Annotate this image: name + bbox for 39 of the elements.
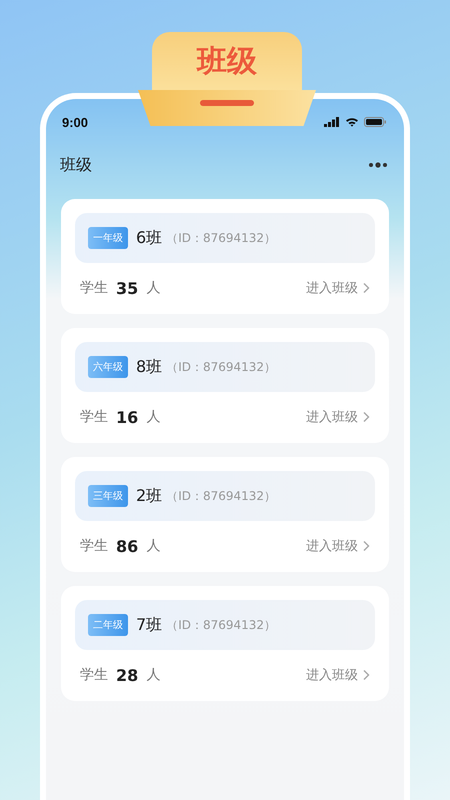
grade-tag: 二年级 <box>88 614 128 636</box>
enter-class-link[interactable]: 进入班级 <box>306 666 370 684</box>
signal-icon <box>324 117 340 127</box>
grade-tag: 一年级 <box>88 227 128 249</box>
chevron-right-icon <box>362 669 370 681</box>
grade-tag: 三年级 <box>88 485 128 507</box>
students-label: 学生 <box>80 279 108 297</box>
student-count: 86 <box>116 536 138 556</box>
banner-title: 班级 <box>197 42 257 80</box>
class-name: 8班 <box>136 356 162 378</box>
status-time: 9:00 <box>62 114 88 130</box>
chevron-right-icon <box>362 411 370 423</box>
enter-class-link[interactable]: 进入班级 <box>306 279 370 297</box>
class-name: 6班 <box>136 228 162 248</box>
students-unit: 人 <box>146 537 160 555</box>
student-count: 16 <box>116 408 138 426</box>
class-id: （ID：87694132） <box>166 488 276 504</box>
class-name: 7班 <box>136 614 162 636</box>
chevron-right-icon <box>362 540 370 552</box>
page-title: 班级 <box>60 154 92 176</box>
student-count: 35 <box>116 278 138 298</box>
students-unit: 人 <box>146 666 160 684</box>
class-id: （ID：87694132） <box>166 358 276 376</box>
students-unit: 人 <box>146 279 160 297</box>
students-label: 学生 <box>80 408 108 426</box>
enter-class-link[interactable]: 进入班级 <box>306 408 370 426</box>
class-name: 2班 <box>136 486 162 506</box>
class-id: （ID：87694132） <box>166 230 276 246</box>
enter-class-link[interactable]: 进入班级 <box>306 537 370 555</box>
battery-icon <box>364 117 386 127</box>
grade-tag: 六年级 <box>88 356 128 378</box>
wifi-icon <box>345 117 359 127</box>
students-label: 学生 <box>80 537 108 555</box>
class-id: （ID：87694132） <box>166 616 276 634</box>
chevron-right-icon <box>362 282 370 294</box>
more-icon[interactable] <box>368 162 388 168</box>
students-unit: 人 <box>146 408 160 426</box>
student-count: 28 <box>116 666 138 684</box>
students-label: 学生 <box>80 666 108 684</box>
